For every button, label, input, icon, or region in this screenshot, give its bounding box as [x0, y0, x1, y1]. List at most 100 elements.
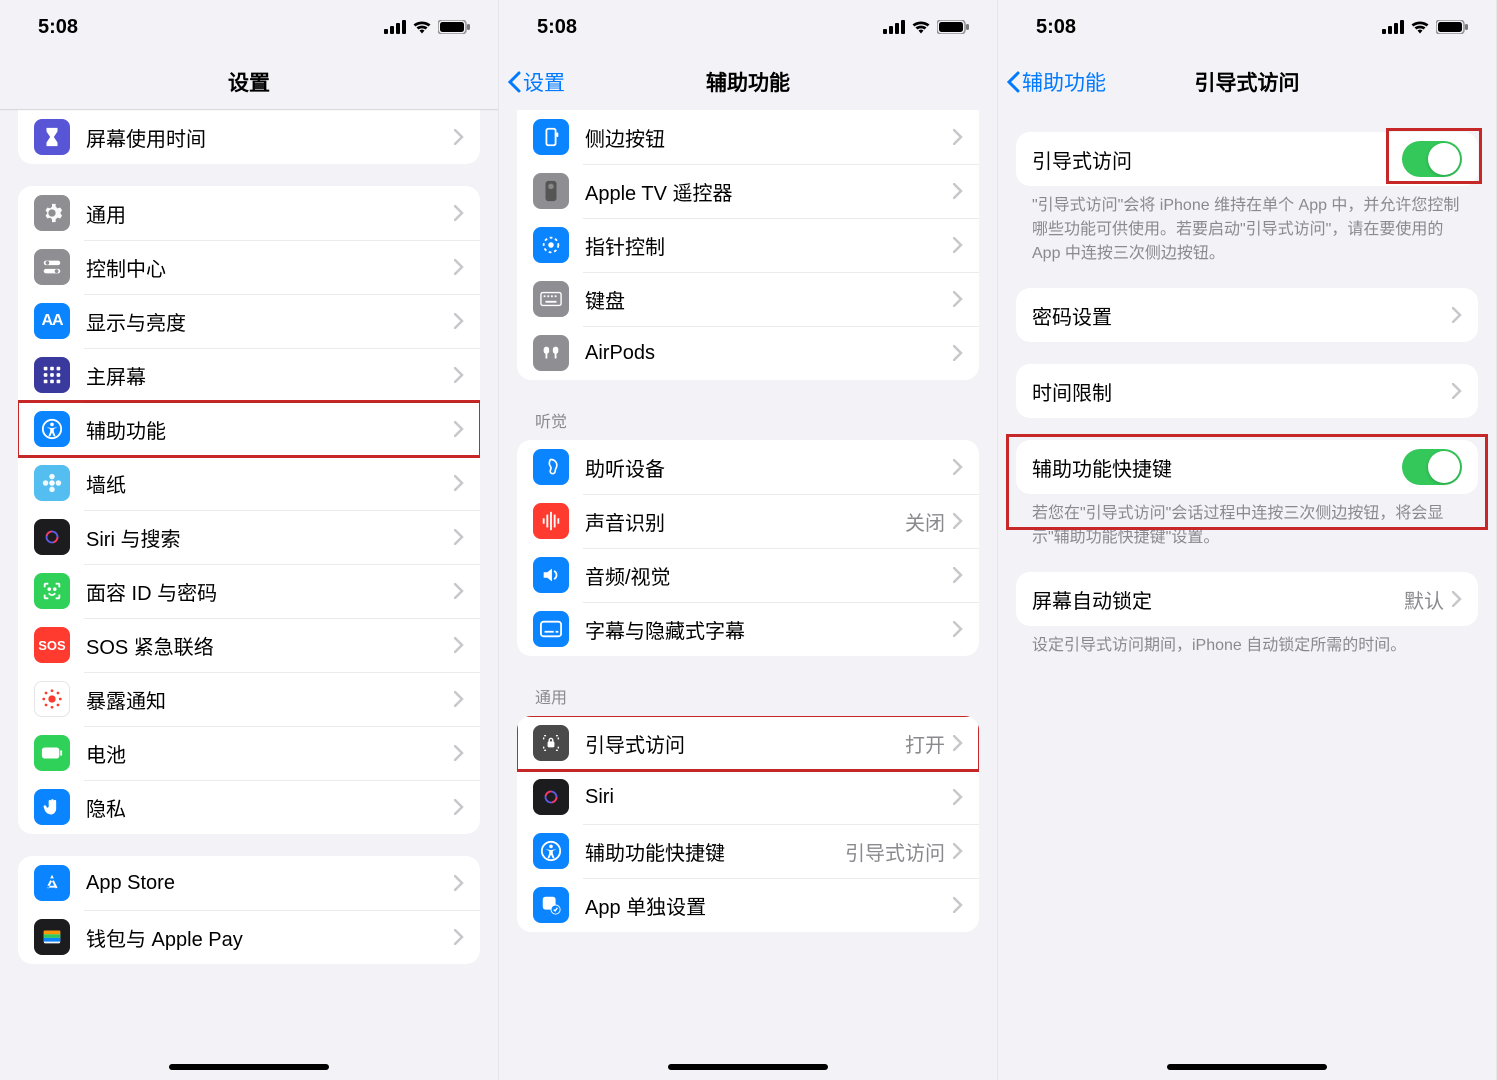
- chevron-right-icon: [953, 183, 963, 199]
- row-ear[interactable]: 助听设备: [517, 440, 979, 494]
- phone-settings: 5:08 设置 屏幕使用时间 通用控制中心AA显示与亮度主屏幕辅助功能墙纸Sir…: [0, 0, 499, 1080]
- row-accessibility[interactable]: 辅助功能快捷键引导式访问: [517, 824, 979, 878]
- back-button[interactable]: 设置: [499, 67, 565, 97]
- row-hand[interactable]: 隐私: [18, 780, 480, 834]
- home-indicator[interactable]: [1167, 1064, 1327, 1070]
- nav-title: 设置: [0, 67, 498, 97]
- hearing-list: 助听设备声音识别关闭音频/视觉字幕与隐藏式字幕: [517, 440, 979, 656]
- pointer-icon: [533, 227, 569, 263]
- toggle-switch[interactable]: [1402, 141, 1462, 177]
- accessibility-scroll[interactable]: 侧边按钮Apple TV 遥控器指针控制键盘AirPods 听觉 助听设备声音识…: [499, 110, 997, 1080]
- row-grid[interactable]: 主屏幕: [18, 348, 480, 402]
- battery-icon: [34, 735, 70, 771]
- appstore-icon: [34, 865, 70, 901]
- status-time: 5:08: [537, 16, 577, 39]
- waveform-icon: [533, 503, 569, 539]
- chevron-right-icon: [454, 691, 464, 707]
- footer-text: 若您在"引导式访问"会话过程中连按三次侧边按钮，将会显示"辅助功能快捷键"设置。: [1016, 494, 1478, 550]
- row-siri[interactable]: Siri: [517, 770, 979, 824]
- row-accessibility[interactable]: 辅助功能: [18, 402, 480, 456]
- row-waveform[interactable]: 声音识别关闭: [517, 494, 979, 548]
- home-indicator[interactable]: [668, 1064, 828, 1070]
- wallet-icon: [34, 919, 70, 955]
- hand-icon: [34, 789, 70, 825]
- chevron-right-icon: [454, 583, 464, 599]
- status-time: 5:08: [1036, 16, 1076, 39]
- battery-icon: [438, 20, 470, 34]
- row-detail: 关闭: [905, 507, 945, 536]
- section-header-general: 通用: [517, 684, 979, 716]
- home-indicator[interactable]: [169, 1064, 329, 1070]
- row-audio[interactable]: 音频/视觉: [517, 548, 979, 602]
- row-appstore[interactable]: App Store: [18, 856, 480, 910]
- row-guided-access-toggle[interactable]: 引导式访问: [1016, 132, 1478, 186]
- switches-icon: [34, 249, 70, 285]
- faceid-icon: [34, 573, 70, 609]
- row-label: Apple TV 遥控器: [585, 177, 953, 206]
- row-label: 控制中心: [86, 253, 454, 282]
- chevron-right-icon: [454, 205, 464, 221]
- row-screen-time[interactable]: 屏幕使用时间: [18, 110, 480, 164]
- accessibility-icon: [34, 411, 70, 447]
- row-password-settings[interactable]: 密码设置: [1016, 288, 1478, 342]
- row-sidebutton[interactable]: 侧边按钮: [517, 110, 979, 164]
- chevron-right-icon: [953, 621, 963, 637]
- chevron-right-icon: [953, 567, 963, 583]
- wifi-icon: [412, 20, 432, 34]
- time-limit-group: 时间限制: [1016, 364, 1478, 418]
- back-label: 设置: [523, 67, 565, 97]
- row-battery[interactable]: 电池: [18, 726, 480, 780]
- row-lock-frame[interactable]: 引导式访问打开: [517, 716, 979, 770]
- row-auto-lock[interactable]: 屏幕自动锁定 默认: [1016, 572, 1478, 626]
- row-wallet[interactable]: 钱包与 Apple Pay: [18, 910, 480, 964]
- flower-icon: [34, 465, 70, 501]
- AA-icon: AA: [34, 303, 70, 339]
- toggle-switch[interactable]: [1402, 449, 1462, 485]
- row-detail: 引导式访问: [845, 837, 945, 866]
- row-time-limit[interactable]: 时间限制: [1016, 364, 1478, 418]
- row-airpods[interactable]: AirPods: [517, 326, 979, 380]
- chevron-right-icon: [454, 929, 464, 945]
- row-gear[interactable]: 通用: [18, 186, 480, 240]
- chevron-right-icon: [454, 637, 464, 653]
- status-bar: 5:08: [998, 0, 1496, 54]
- chevron-right-icon: [454, 875, 464, 891]
- guided-access-toggle-group: 引导式访问: [1016, 132, 1478, 186]
- subtitles-icon: [533, 611, 569, 647]
- row-flower[interactable]: 墙纸: [18, 456, 480, 510]
- row-SOS[interactable]: SOS SOS 紧急联络: [18, 618, 480, 672]
- chevron-right-icon: [953, 843, 963, 859]
- row-siri[interactable]: Siri 与搜索: [18, 510, 480, 564]
- row-app-settings[interactable]: App 单独设置: [517, 878, 979, 932]
- row-accessibility-shortcut-toggle[interactable]: 辅助功能快捷键: [1016, 440, 1478, 494]
- row-switches[interactable]: 控制中心: [18, 240, 480, 294]
- row-exposure[interactable]: 暴露通知: [18, 672, 480, 726]
- chevron-right-icon: [953, 291, 963, 307]
- lock-frame-icon: [533, 725, 569, 761]
- row-remote[interactable]: Apple TV 遥控器: [517, 164, 979, 218]
- nav-bar: 辅助功能 引导式访问: [998, 54, 1496, 110]
- row-subtitles[interactable]: 字幕与隐藏式字幕: [517, 602, 979, 656]
- row-faceid[interactable]: 面容 ID 与密码: [18, 564, 480, 618]
- status-icons: [384, 20, 470, 34]
- wifi-icon: [911, 20, 931, 34]
- status-icons: [1382, 20, 1468, 34]
- row-label: SOS 紧急联络: [86, 631, 454, 660]
- settings-scroll[interactable]: 屏幕使用时间 通用控制中心 AA显示与亮度主屏幕辅助功能墙纸Siri 与搜索面容 …: [0, 110, 498, 1080]
- chevron-right-icon: [454, 529, 464, 545]
- guided-access-scroll[interactable]: 引导式访问 "引导式访问"会将 iPhone 维持在单个 App 中，并允许您控…: [998, 110, 1496, 1080]
- chevron-right-icon: [953, 513, 963, 529]
- row-label: 暴露通知: [86, 685, 454, 714]
- back-button[interactable]: 辅助功能: [998, 67, 1106, 97]
- phone-accessibility: 5:08 设置 辅助功能 侧边按钮Apple TV 遥控器指针控制键盘AirPo…: [499, 0, 998, 1080]
- row-label: 辅助功能快捷键: [1032, 453, 1402, 482]
- battery-icon: [937, 20, 969, 34]
- row-AA[interactable]: AA显示与亮度: [18, 294, 480, 348]
- siri-icon: [34, 519, 70, 555]
- row-pointer[interactable]: 指针控制: [517, 218, 979, 272]
- chevron-right-icon: [953, 897, 963, 913]
- SOS-icon: SOS: [34, 627, 70, 663]
- row-keyboard[interactable]: 键盘: [517, 272, 979, 326]
- chevron-right-icon: [454, 745, 464, 761]
- chevron-right-icon: [454, 799, 464, 815]
